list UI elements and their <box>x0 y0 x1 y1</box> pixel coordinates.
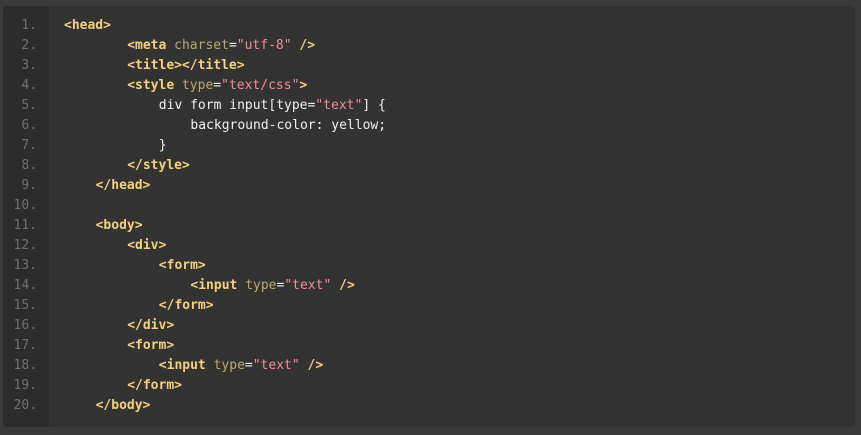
code-token-tag: </div> <box>127 318 175 333</box>
line-number: 7. <box>21 138 37 153</box>
code-token-tag: </head> <box>95 178 151 193</box>
code-text: <body> <box>96 216 143 236</box>
code-token-tag: <input <box>190 278 246 293</box>
code-line: 11. <body> <box>3 216 855 236</box>
code-text: </body> <box>96 396 151 416</box>
code-lines: 1. <head> 2. <meta charset="utf-8" /> 3. <tit… <box>3 16 855 416</box>
code-line: 6. background-color: yellow; <box>3 116 855 136</box>
code-token-tag: <div> <box>127 238 167 253</box>
line-number: 19. <box>13 378 37 393</box>
code-token-plain: = <box>228 38 237 53</box>
code-line: 13. <form> <box>3 256 855 276</box>
code-token-tag: <body> <box>95 218 143 233</box>
code-text: <form> <box>127 336 174 356</box>
code-token-attr: charset <box>174 38 229 53</box>
code-token-tag: > <box>299 78 308 93</box>
line-number: 17. <box>13 338 37 353</box>
code-token-tag: <title></title> <box>127 58 245 73</box>
code-line: 1. <head> <box>3 16 855 36</box>
code-text: <title></title> <box>127 56 244 76</box>
code-text: <input type="text" /> <box>159 356 323 376</box>
code-token-plain: } <box>158 138 167 153</box>
line-number: 2. <box>21 38 37 53</box>
code-text: </div> <box>127 316 174 336</box>
line-number: 15. <box>13 298 37 313</box>
code-line: 2. <meta charset="utf-8" /> <box>3 36 855 56</box>
code-token-tag: <meta <box>127 38 175 53</box>
code-line: 10. <box>3 196 855 216</box>
code-block: 1. <head> 2. <meta charset="utf-8" /> 3. <tit… <box>3 6 855 427</box>
code-text: <div> <box>127 236 166 256</box>
code-token-str: "text" <box>252 358 300 373</box>
code-text: div form input[type="text"] { <box>159 96 386 116</box>
code-token-str: "text" <box>284 278 332 293</box>
code-text: <input type="text" /> <box>190 276 354 296</box>
code-line: 14. <input type="text" /> <box>3 276 855 296</box>
line-number: 14. <box>13 278 37 293</box>
code-line: 5. div form input[type="text"] { <box>3 96 855 116</box>
code-text: </style> <box>127 156 190 176</box>
line-number: 13. <box>13 258 37 273</box>
line-number: 6. <box>21 118 37 133</box>
code-token-tag: <head> <box>64 18 111 33</box>
code-line: 15. </form> <box>3 296 855 316</box>
code-text: </form> <box>127 376 182 396</box>
line-number: 20. <box>13 398 37 413</box>
code-token-tag: /> <box>331 278 355 293</box>
code-text: </form> <box>159 296 214 316</box>
code-token-attr: type <box>245 278 277 293</box>
line-number: 10. <box>13 198 37 213</box>
code-text: <form> <box>159 256 206 276</box>
line-number: 12. <box>13 238 37 253</box>
code-line: 12. <div> <box>3 236 855 256</box>
code-text: } <box>159 136 167 156</box>
code-line: 18. <input type="text" /> <box>3 356 855 376</box>
code-token-plain: = <box>244 358 253 373</box>
code-token-tag: /> <box>299 358 324 373</box>
line-number: 11. <box>13 218 37 233</box>
code-line: 7.} <box>3 136 855 156</box>
code-text: </head> <box>96 176 151 196</box>
code-line: 8. </style> <box>3 156 855 176</box>
code-token-tag: </form> <box>127 378 182 393</box>
code-token-attr: type <box>213 358 245 373</box>
code-line: 4. <style type="text/css"> <box>3 76 855 96</box>
code-token-attr: type <box>181 78 214 93</box>
line-number: 4. <box>21 78 37 93</box>
code-token-tag: <input <box>158 358 214 373</box>
line-number: 9. <box>21 178 37 193</box>
line-number: 8. <box>21 158 37 173</box>
code-token-str: "utf-8" <box>236 38 292 53</box>
code-line: 16. </div> <box>3 316 855 336</box>
code-line: 20. </body> <box>3 396 855 416</box>
code-line: 19. </form> <box>3 376 855 396</box>
line-number: 5. <box>21 98 37 113</box>
code-text: <style type="text/css"> <box>127 76 307 96</box>
code-token-str: "text/css" <box>221 78 300 93</box>
code-token-plain: background-color: yellow; <box>190 118 387 133</box>
code-line: 9. </head> <box>3 176 855 196</box>
line-number: 3. <box>21 58 37 73</box>
line-number: 18. <box>13 358 37 373</box>
code-token-tag: <form> <box>158 258 206 273</box>
code-line: 3. <title></title> <box>3 56 855 76</box>
code-token-tag: </style> <box>127 158 190 173</box>
code-token-tag: <form> <box>127 338 175 353</box>
code-token-plain: ] { <box>362 98 386 113</box>
code-token-tag: </body> <box>95 398 151 413</box>
code-text: <meta charset="utf-8" /> <box>127 36 315 56</box>
code-token-tag: </form> <box>158 298 214 313</box>
line-number: 1. <box>21 18 37 33</box>
code-token-plain: div form input[type= <box>158 98 316 113</box>
code-line: 17. <form> <box>3 336 855 356</box>
code-token-str: "text" <box>315 98 363 113</box>
code-token-tag: /> <box>291 38 316 53</box>
code-token-tag: <style <box>127 78 182 93</box>
code-text: <head> <box>64 16 111 36</box>
code-token-plain: = <box>213 78 222 93</box>
code-text: background-color: yellow; <box>190 116 386 136</box>
line-number: 16. <box>13 318 37 333</box>
